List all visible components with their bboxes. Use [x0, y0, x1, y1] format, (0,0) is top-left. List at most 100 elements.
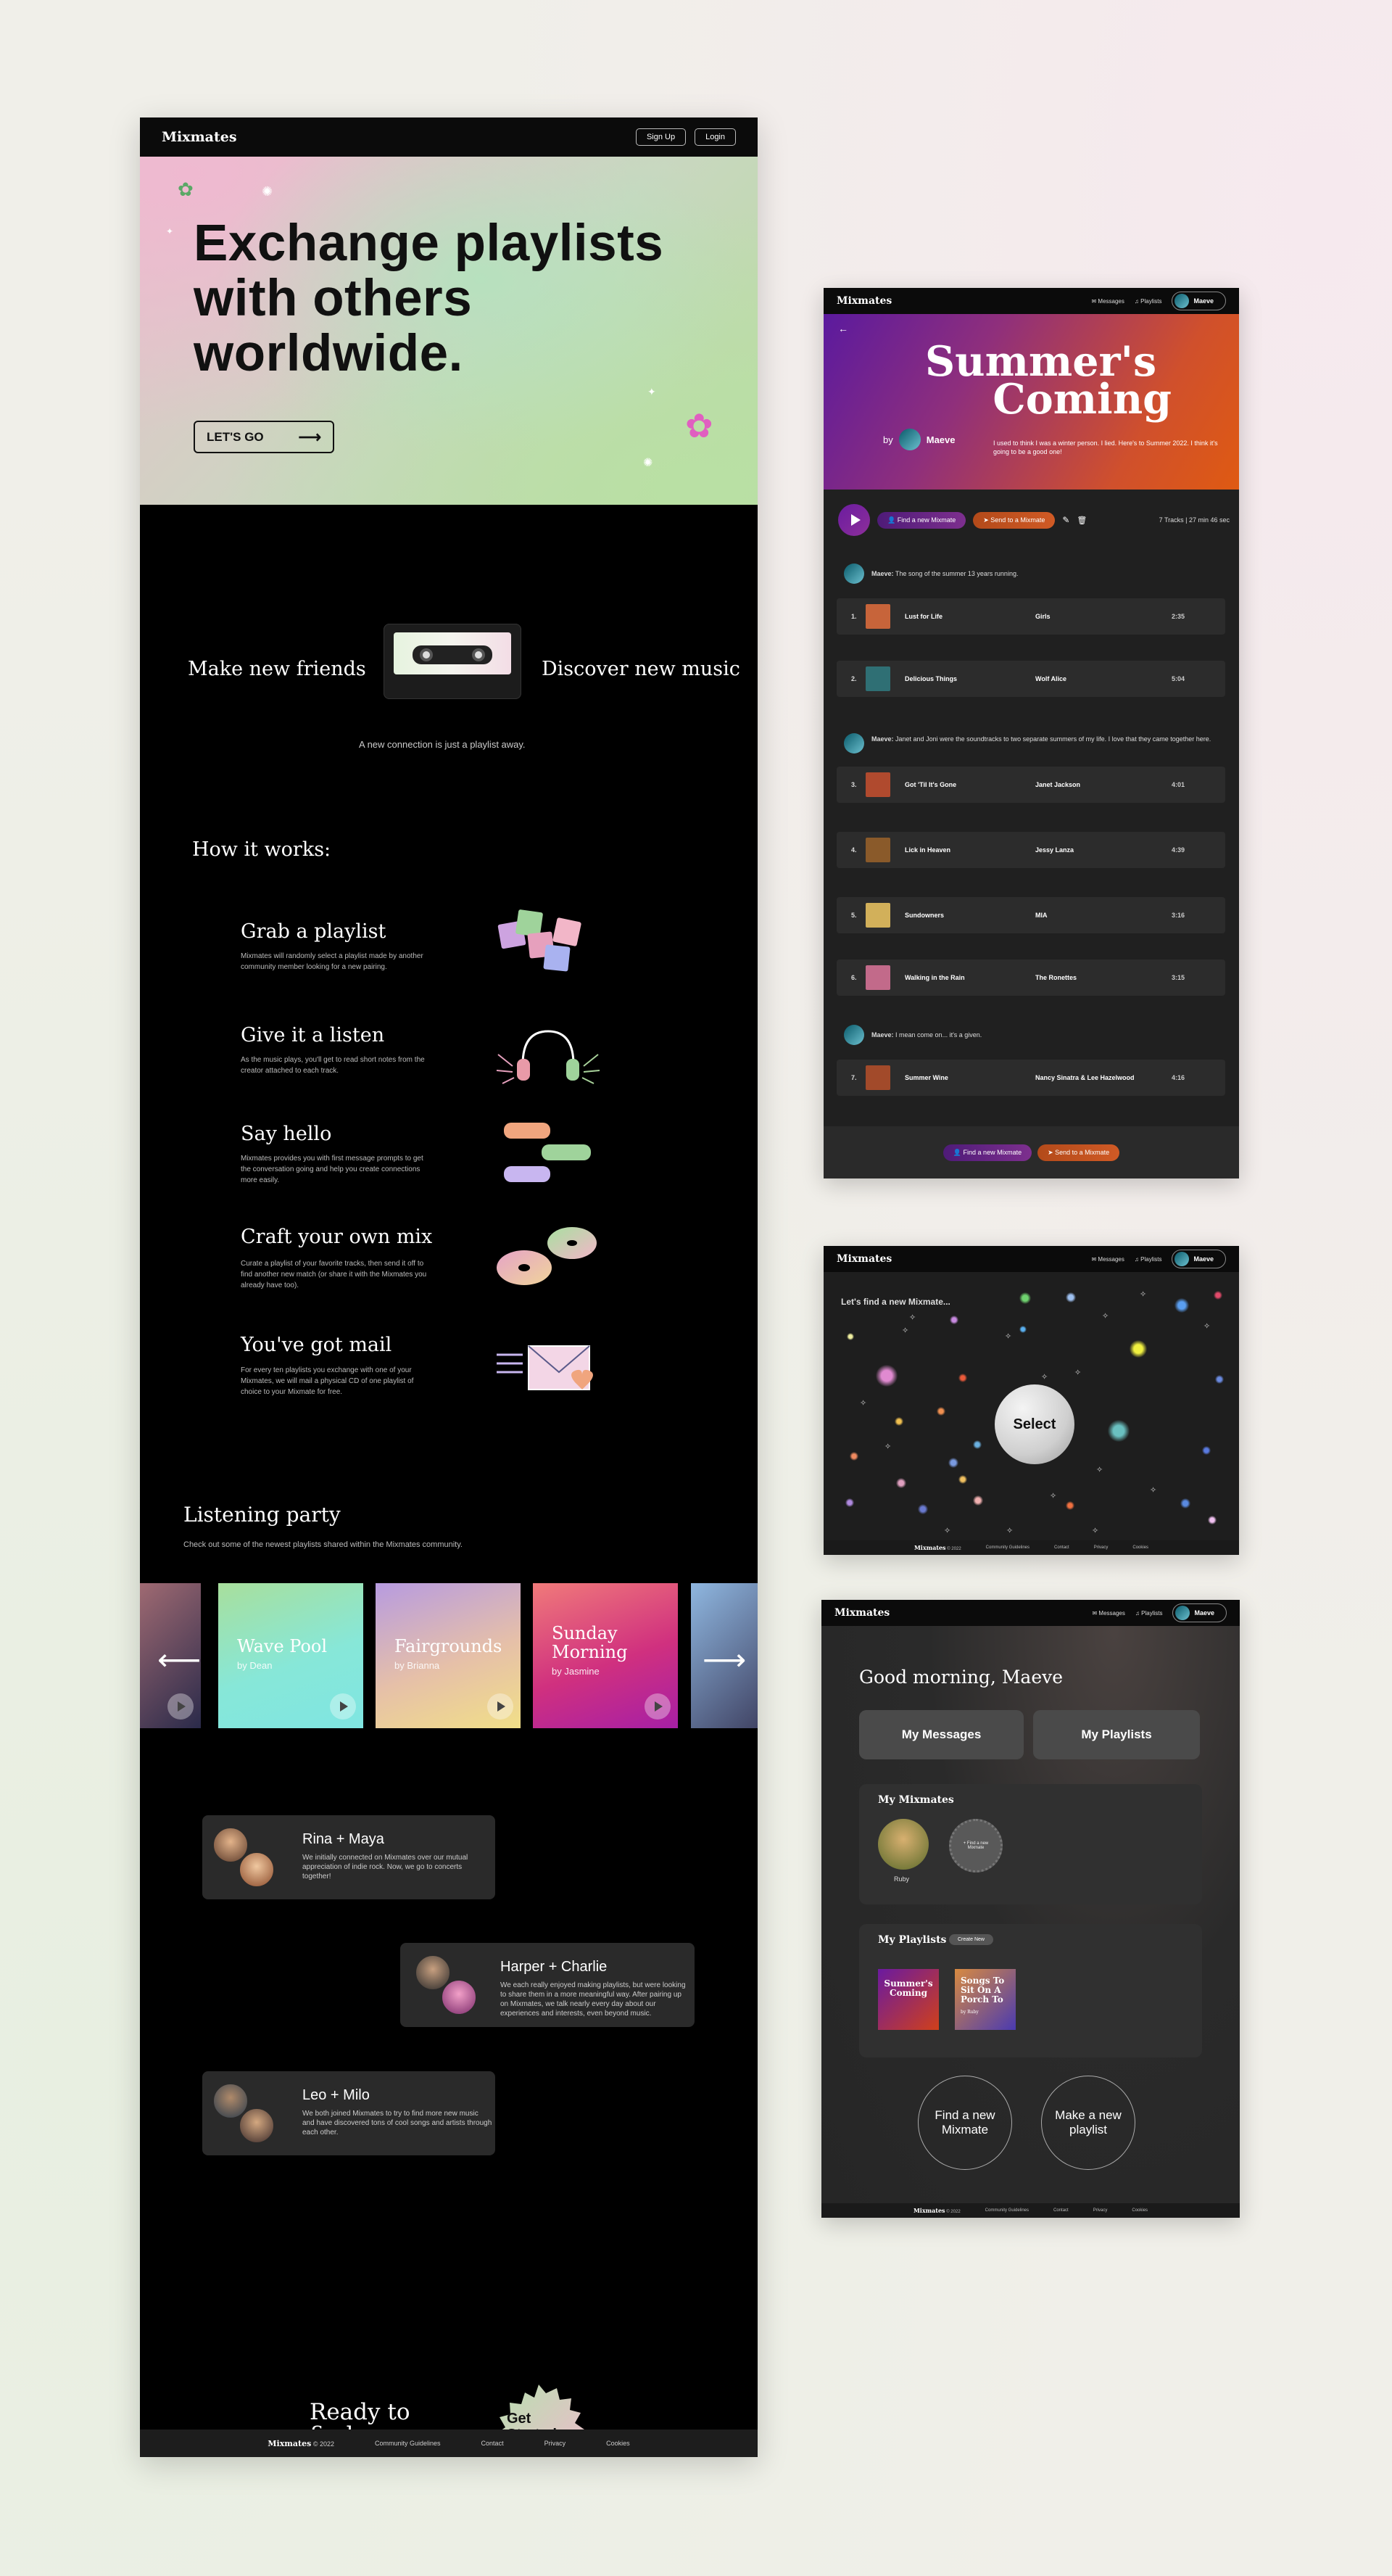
flower-icon — [1174, 1298, 1189, 1313]
footer-link[interactable]: Cookies — [606, 2440, 630, 2447]
footer-link[interactable]: Community Guidelines — [985, 2208, 1029, 2213]
brand-logo[interactable]: Mixmates — [162, 129, 237, 145]
arrow-right-icon[interactable]: ⟶ — [703, 1642, 746, 1677]
album-art — [866, 903, 890, 928]
play-icon[interactable] — [330, 1693, 356, 1720]
avatar — [441, 1979, 477, 2015]
footer-link[interactable]: Privacy — [1093, 2208, 1108, 2213]
my-playlists-button[interactable]: My Playlists — [1033, 1710, 1200, 1759]
my-messages-button[interactable]: My Messages — [859, 1710, 1024, 1759]
footer-link[interactable]: Cookies — [1132, 1545, 1148, 1550]
sparkle-icon: ✧ — [1005, 1332, 1012, 1341]
user-menu[interactable]: Maeve — [1172, 292, 1226, 310]
footer-link[interactable]: Contact — [1053, 2208, 1069, 2213]
messages-link[interactable]: ✉ Messages — [1091, 298, 1124, 305]
playlist-cover[interactable]: Summer's Coming — [878, 1969, 939, 2030]
sparkle-icon: ✧ — [1006, 1527, 1014, 1535]
make-playlist-button[interactable]: Make a new playlist — [1041, 2076, 1135, 2170]
sparkle-icon: ✧ — [909, 1313, 916, 1322]
track-row[interactable]: 1. Lust for Life Girls 2:35 — [837, 598, 1225, 635]
avatar — [844, 564, 864, 584]
testimonial-card: Harper + Charlie We each really enjoyed … — [400, 1943, 695, 2027]
album-art — [866, 965, 890, 990]
track-row[interactable]: 7. Summer Wine Nancy Sinatra & Lee Hazelw… — [837, 1060, 1225, 1096]
flower-icon — [958, 1374, 967, 1382]
back-arrow-icon[interactable]: ← — [838, 323, 848, 334]
playlists-link[interactable]: ♫ Playlists — [1135, 298, 1162, 305]
find-mixmate-badge[interactable]: + Find a new Mixmate — [949, 1819, 1003, 1873]
avatar — [898, 429, 921, 450]
card-author: by Dean — [237, 1660, 273, 1671]
play-icon[interactable] — [167, 1693, 194, 1720]
footer-link[interactable]: Community Guidelines — [375, 2440, 441, 2447]
lets-go-button[interactable]: LET'S GO ⟶ — [194, 421, 334, 453]
edit-icon[interactable]: ✎ — [1062, 515, 1069, 525]
footer-link[interactable]: Privacy — [1094, 1545, 1109, 1550]
footer-link[interactable]: Contact — [481, 2440, 504, 2447]
footer-link[interactable]: Contact — [1054, 1545, 1069, 1550]
avatar-pair — [212, 1827, 278, 1888]
play-icon[interactable] — [645, 1693, 671, 1720]
find-mixmate-button[interactable]: Find a new Mixmate — [918, 2076, 1012, 2170]
find-mixmate-button[interactable]: 👤 Find a new Mixmate — [942, 1144, 1032, 1161]
playlist-card[interactable]: Fairgrounds by Brianna — [376, 1583, 521, 1728]
sparkle-icon: ✺ — [643, 457, 653, 469]
track-row[interactable]: 6. Walking in the Rain The Ronettes 3:15 — [837, 959, 1225, 996]
track-row[interactable]: 3. Got 'Til It's Gone Janet Jackson 4:01 — [837, 767, 1225, 803]
send-mixmate-button[interactable]: ➤ Send to a Mixmate — [973, 511, 1056, 529]
flower-icon — [1019, 1326, 1027, 1333]
track-row[interactable]: 4. Lick in Heaven Jessy Lanza 4:39 — [837, 832, 1225, 868]
user-menu[interactable]: Maeve — [1172, 1603, 1227, 1622]
chat-bubbles-icon — [504, 1123, 591, 1182]
sparkle-icon: ✧ — [884, 1442, 892, 1451]
playlist-cover[interactable]: Songs To Sit On A Porch To by Ruby — [955, 1969, 1016, 2030]
playlists-link[interactable]: ♫ Playlists — [1135, 1256, 1162, 1263]
flower-icon — [1202, 1446, 1211, 1455]
login-button[interactable]: Login — [695, 128, 736, 146]
arrow-left-icon[interactable]: ⟵ — [157, 1642, 201, 1677]
avatar — [239, 2108, 275, 2144]
avatar[interactable] — [878, 1819, 929, 1870]
brand-logo[interactable]: Mixmates — [834, 1607, 890, 1619]
app-nav: Mixmates ✉ Messages ♫ Playlists Maeve — [821, 1600, 1240, 1626]
vinyl-records-icon — [497, 1227, 597, 1285]
sparkle-icon: ✧ — [1140, 1290, 1147, 1299]
section-title: My Mixmates — [878, 1794, 954, 1806]
card-title: Sunday Morning — [552, 1623, 628, 1662]
flower-icon — [1019, 1292, 1031, 1304]
footer-link[interactable]: Privacy — [544, 2440, 566, 2447]
footer-link[interactable]: Cookies — [1132, 2208, 1148, 2213]
trash-icon[interactable]: 🗑 — [1077, 516, 1087, 525]
brand-logo[interactable]: Mixmates — [837, 295, 892, 307]
play-button[interactable] — [838, 504, 870, 536]
greeting: Good morning, Maeve — [859, 1667, 1064, 1688]
sparkle-icon: ✧ — [1074, 1368, 1082, 1377]
track-row[interactable]: 5. Sundowners MIA 3:16 — [837, 897, 1225, 933]
mail-envelope-icon — [497, 1345, 593, 1390]
avatar — [844, 733, 864, 754]
brand-logo[interactable]: Mixmates — [837, 1253, 892, 1265]
track-row[interactable]: 2. Delicious Things Wolf Alice 5:04 — [837, 661, 1225, 697]
footer-link[interactable]: Community Guidelines — [986, 1545, 1030, 1550]
messages-link[interactable]: ✉ Messages — [1092, 1610, 1124, 1617]
footer-logo[interactable]: Mixmates — [914, 2207, 945, 2214]
signup-button[interactable]: Sign Up — [635, 128, 687, 146]
how-it-works-title: How it works: — [192, 838, 331, 861]
find-mixmate-button[interactable]: 👤 Find a new Mixmate — [877, 511, 966, 529]
create-new-button[interactable]: Create New — [949, 1934, 993, 1945]
select-button[interactable]: Select — [995, 1384, 1074, 1464]
sparkle-icon: ✧ — [1102, 1312, 1109, 1321]
send-mixmate-button[interactable]: ➤ Send to a Mixmate — [1037, 1144, 1120, 1161]
play-icon[interactable] — [487, 1693, 513, 1720]
sparkle-icon: ✧ — [902, 1326, 909, 1335]
flower-icon — [958, 1475, 967, 1484]
footer-logo[interactable]: Mixmates — [914, 1544, 946, 1551]
messages-link[interactable]: ✉ Messages — [1091, 1256, 1124, 1263]
flower-icon — [1066, 1501, 1074, 1510]
user-menu[interactable]: Maeve — [1172, 1250, 1226, 1268]
album-art — [866, 772, 890, 797]
playlist-card[interactable]: Wave Pool by Dean — [218, 1583, 363, 1728]
playlist-card[interactable]: Sunday Morning by Jasmine — [533, 1583, 678, 1728]
playlists-link[interactable]: ♫ Playlists — [1135, 1610, 1163, 1617]
footer-logo[interactable]: Mixmates — [268, 2439, 311, 2448]
